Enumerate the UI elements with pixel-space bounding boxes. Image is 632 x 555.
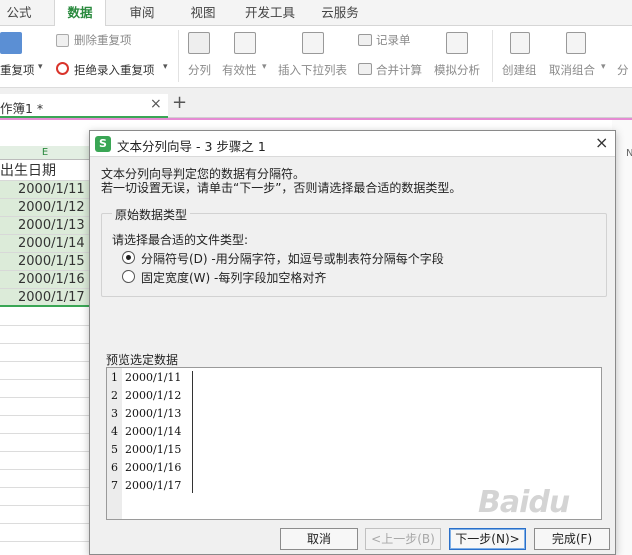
subtotal-button[interactable]: 分 — [617, 62, 629, 78]
chevron-down-icon: ▾ — [601, 62, 606, 72]
cell-e5[interactable]: 2000/1/13 — [0, 217, 90, 235]
row-line — [0, 451, 90, 452]
ribbon-tab-bar: 公式 数据 审阅 视图 开发工具 云服务 — [0, 0, 632, 27]
consolidate-icon — [358, 63, 372, 75]
cancel-button[interactable]: 取消 — [280, 528, 358, 550]
ungroup-button[interactable]: 取消组合 — [549, 62, 595, 78]
remove-duplicates-icon — [56, 34, 69, 47]
chevron-down-icon: ▾ — [163, 62, 168, 72]
row-line — [0, 361, 90, 362]
row-line — [0, 397, 90, 398]
intro-text-line2: 若一切设置无误，请单击“下一步”，否则请选择最合适的数据类型。 — [101, 181, 462, 195]
dialog-titlebar[interactable]: S 文本分列向导 - 3 步骤之 1 × — [90, 131, 615, 157]
split-columns-icon — [188, 32, 210, 54]
group-icon — [510, 32, 530, 54]
row-line — [0, 487, 90, 488]
record-form-button[interactable]: 记录单 — [376, 32, 411, 48]
what-if-button[interactable]: 模拟分析 — [434, 62, 480, 78]
text-caret — [192, 371, 193, 493]
ribbon-divider — [492, 30, 493, 82]
chevron-down-icon: ▾ — [38, 62, 43, 72]
tab-review[interactable]: 审阅 — [120, 0, 164, 26]
tab-data[interactable]: 数据 — [54, 0, 106, 27]
cell-e9[interactable]: 2000/1/17 — [0, 289, 90, 307]
duplicates-dropdown[interactable]: 重复项 — [0, 62, 35, 78]
insert-dropdown-button[interactable]: 插入下拉列表 — [278, 62, 347, 78]
cell-e8[interactable]: 2000/1/16 — [0, 271, 90, 289]
row-line — [0, 469, 90, 470]
ribbon-divider — [178, 30, 179, 82]
radio-delimited-label: 分隔符号(D) -用分隔字符，如逗号或制表符分隔每个字段 — [141, 252, 444, 266]
cell-e6[interactable]: 2000/1/14 — [0, 235, 90, 253]
close-icon[interactable]: × — [150, 96, 162, 112]
next-button[interactable]: 下一步(N)> — [449, 528, 526, 550]
remove-duplicates-button[interactable]: 删除重复项 — [74, 32, 132, 48]
row-line — [0, 325, 90, 326]
column-header-n: N — [626, 148, 632, 159]
cell-e3[interactable]: 2000/1/11 — [0, 181, 90, 199]
tab-developer[interactable]: 开发工具 — [238, 0, 302, 26]
row-line — [0, 343, 90, 344]
workbook-tab-strip: 作簿1 * × + — [0, 88, 632, 118]
add-workbook-icon[interactable]: + — [172, 92, 187, 113]
wps-logo-icon: S — [95, 136, 111, 152]
row-line — [0, 523, 90, 524]
dropdown-list-icon — [302, 32, 324, 54]
row-line — [0, 541, 90, 542]
baidu-watermark: Baidu — [478, 485, 570, 520]
row-line — [0, 379, 90, 380]
cell-e4[interactable]: 2000/1/12 — [0, 199, 90, 217]
split-button[interactable]: 分列 — [188, 62, 211, 78]
workbook-tab-label: 作簿1 * — [0, 101, 44, 116]
file-type-prompt: 请选择最合适的文件类型: — [112, 233, 249, 247]
validity-icon — [234, 32, 256, 54]
cell-header[interactable]: 出生日期 — [0, 161, 90, 181]
column-header-e[interactable]: E — [0, 146, 90, 160]
group-title: 原始数据类型 — [112, 206, 191, 223]
tab-formula[interactable]: 公式 — [0, 0, 38, 26]
back-button[interactable]: <上一步(B) — [365, 528, 441, 550]
cell-e7[interactable]: 2000/1/15 — [0, 253, 90, 271]
radio-fixed-width-label: 固定宽度(W) -每列字段加空格对齐 — [141, 271, 327, 285]
tab-cloud-service[interactable]: 云服务 — [314, 0, 366, 26]
workbook-tab[interactable]: 作簿1 * × — [0, 94, 168, 118]
ungroup-icon — [566, 32, 586, 54]
consolidate-button[interactable]: 合并计算 — [376, 62, 422, 78]
finish-button[interactable]: 完成(F) — [534, 528, 610, 550]
row-line — [0, 415, 90, 416]
validity-button[interactable]: 有效性 — [222, 62, 257, 78]
duplicates-icon[interactable] — [0, 32, 22, 54]
close-icon[interactable]: × — [595, 133, 608, 152]
tab-view[interactable]: 视图 — [180, 0, 226, 26]
create-group-button[interactable]: 创建组 — [502, 62, 537, 78]
data-ribbon: 重复项 ▾ 删除重复项 拒绝录入重复项 ▾ 分列 有效性 ▾ 插入下拉列表 记录… — [0, 26, 632, 88]
reject-duplicates-button[interactable]: 拒绝录入重复项 — [74, 62, 155, 78]
row-line — [0, 505, 90, 506]
radio-unselected-icon[interactable] — [122, 270, 135, 283]
dialog-title: 文本分列向导 - 3 步骤之 1 — [117, 139, 266, 154]
radio-selected-icon[interactable] — [122, 251, 135, 264]
row-line — [0, 433, 90, 434]
what-if-icon — [446, 32, 468, 54]
record-form-icon — [358, 34, 372, 46]
data-type-group: 原始数据类型 请选择最合适的文件类型: 分隔符号(D) -用分隔字符，如逗号或制… — [101, 206, 607, 297]
preview-title: 预览选定数据 — [106, 353, 179, 367]
no-entry-icon — [56, 62, 69, 75]
chevron-down-icon: ▾ — [262, 62, 267, 72]
